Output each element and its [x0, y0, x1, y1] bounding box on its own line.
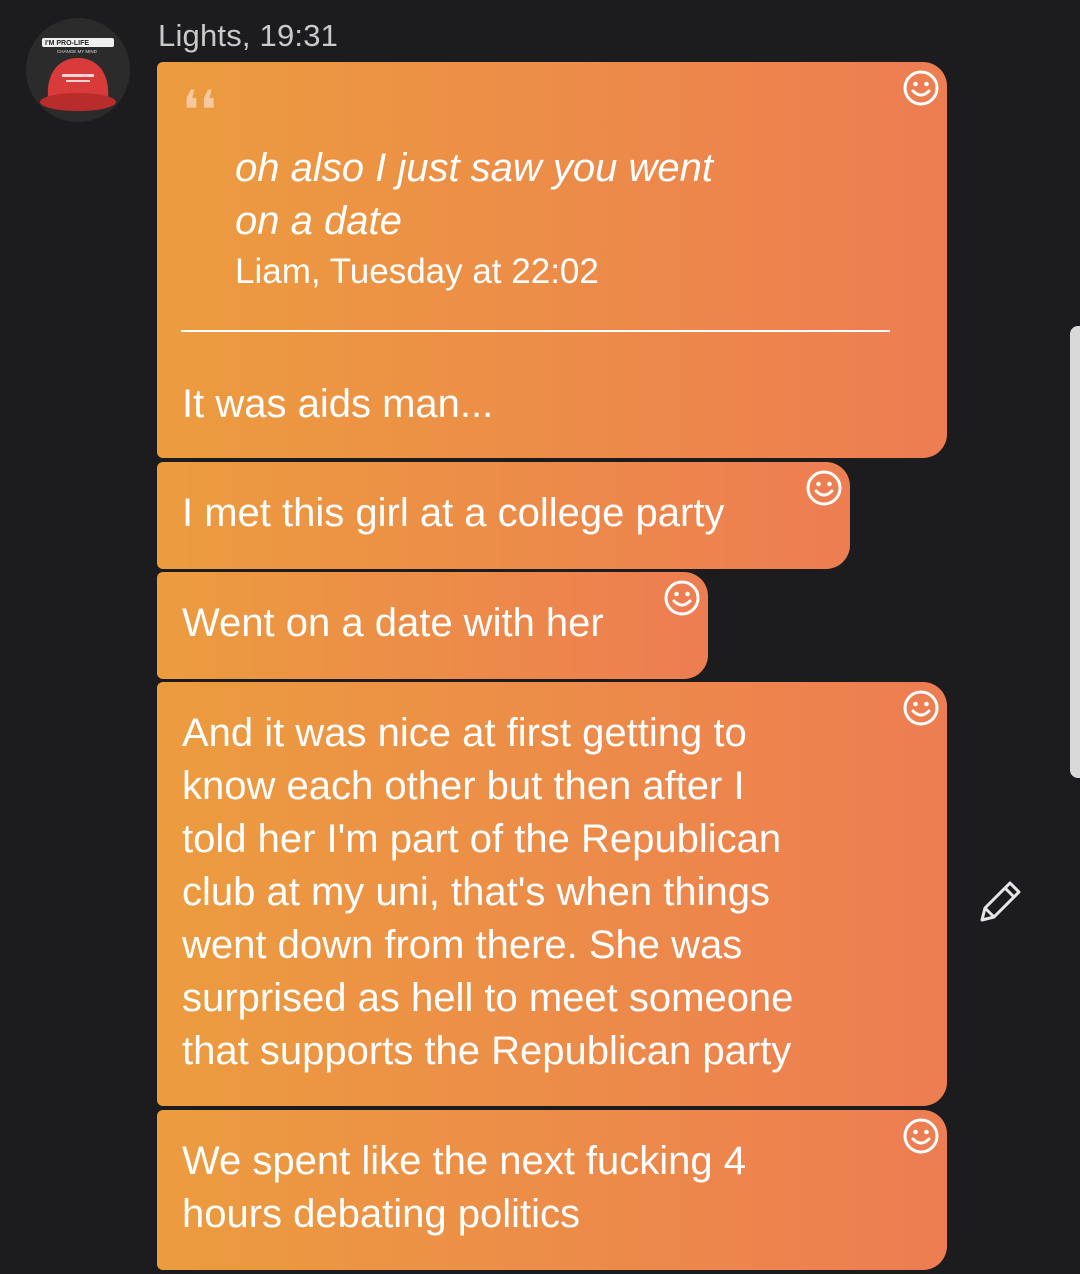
- sender-timestamp: Lights, 19:31: [158, 18, 339, 53]
- smiley-icon[interactable]: [902, 69, 940, 107]
- avatar-line-1: I'M PRO-LIFE: [45, 40, 89, 47]
- chat-screen: I'M PRO-LIFE CHANGE MY MIND Lights, 19:3…: [0, 0, 1080, 1274]
- message-bubble[interactable]: We spent like the next fucking 4 hours d…: [157, 1110, 947, 1270]
- scrollbar[interactable]: [1070, 326, 1080, 778]
- avatar-line-2: CHANGE MY MIND: [57, 49, 98, 54]
- avatar-pro-life-hat-icon: I'M PRO-LIFE CHANGE MY MIND: [26, 18, 130, 122]
- smiley-icon[interactable]: [902, 1117, 940, 1155]
- message-text: I met this girl at a college party: [182, 491, 725, 535]
- message-bubble[interactable]: Went on a date with her: [157, 572, 708, 679]
- pencil-icon[interactable]: [974, 876, 1026, 928]
- message-text: And it was nice at first getting to know…: [182, 711, 794, 1073]
- quote-icon: ❛❛: [182, 79, 217, 142]
- quoted-message-text: oh also I just saw you went on a date: [235, 146, 714, 243]
- message-text: It was aids man...: [182, 382, 494, 426]
- message-text: We spent like the next fucking 4 hours d…: [182, 1139, 747, 1236]
- message-bubble[interactable]: And it was nice at first getting to know…: [157, 682, 947, 1106]
- avatar[interactable]: I'M PRO-LIFE CHANGE MY MIND: [26, 18, 130, 122]
- message-text: Went on a date with her: [182, 601, 604, 645]
- quote-divider: [181, 330, 890, 332]
- quoted-message-meta: Liam, Tuesday at 22:02: [235, 252, 599, 291]
- smiley-icon[interactable]: [805, 469, 843, 507]
- smiley-icon[interactable]: [663, 579, 701, 617]
- message-bubble[interactable]: I met this girl at a college party: [157, 462, 850, 569]
- message-bubble-quoted-reply[interactable]: ❛❛ oh also I just saw you went on a date…: [157, 62, 947, 458]
- smiley-icon[interactable]: [902, 689, 940, 727]
